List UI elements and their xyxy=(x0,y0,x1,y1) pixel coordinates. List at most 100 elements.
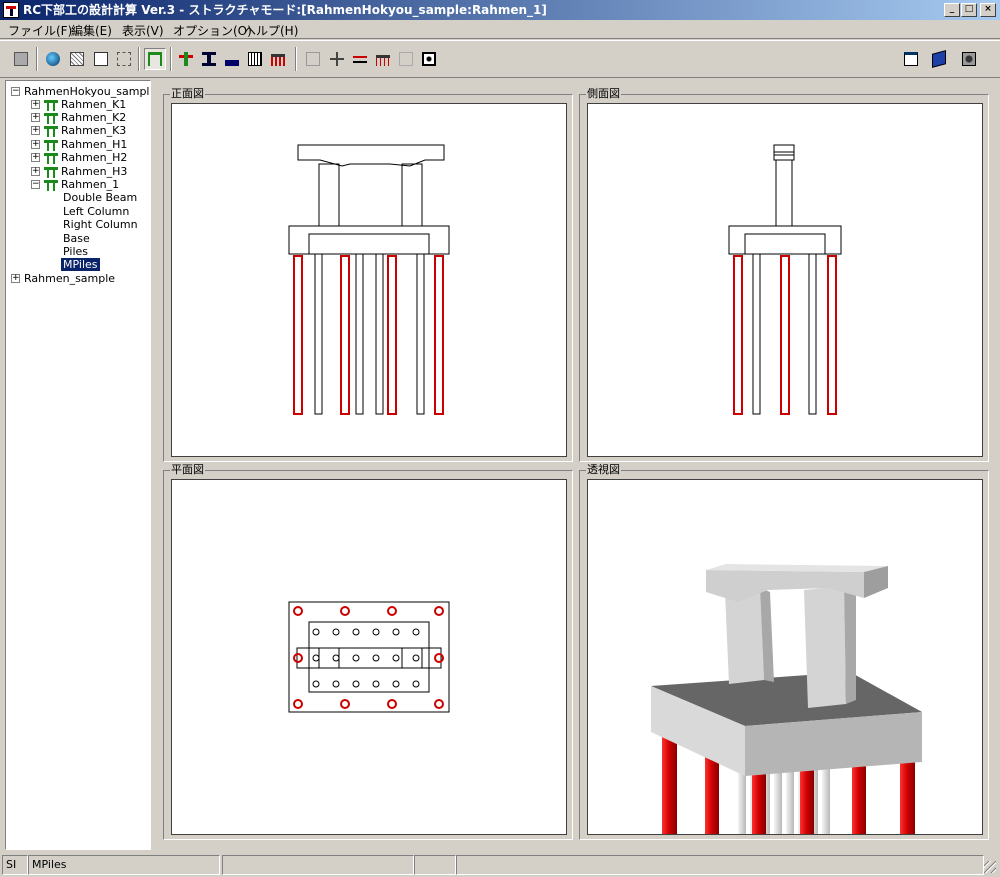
camera-button[interactable] xyxy=(958,48,980,70)
status-panel-3 xyxy=(222,855,414,875)
status-bar: SI MPiles xyxy=(0,853,1000,877)
perspective-view-drawing xyxy=(651,564,922,834)
tree-item-base[interactable]: Base xyxy=(63,232,90,245)
collapse-toggle[interactable]: − xyxy=(31,180,40,189)
expand-toggle[interactable]: + xyxy=(31,167,40,176)
expand-toggle[interactable]: + xyxy=(31,140,40,149)
page-icon xyxy=(94,52,108,66)
plan-view-panel: 平面図 xyxy=(163,464,573,840)
window-title: RC下部工の設計計算 Ver.3 - ストラクチャモード:[RahmenHoky… xyxy=(23,3,547,17)
tree-root[interactable]: RahmenHokyou_sample xyxy=(24,85,150,98)
rahmen-icon xyxy=(44,139,58,151)
expand-toggle[interactable]: + xyxy=(31,153,40,162)
menu-file[interactable]: ファイル(F) xyxy=(8,22,72,39)
minimize-button[interactable]: _ xyxy=(944,3,960,17)
status-panel-4 xyxy=(414,855,456,875)
toolbar-separator xyxy=(170,47,172,71)
perspective-view-canvas[interactable] xyxy=(587,479,983,835)
structure-tree[interactable]: − RahmenHokyou_sample + Rahmen_K1 + Rahm… xyxy=(5,80,151,850)
side-view-canvas[interactable] xyxy=(587,103,983,457)
page-button[interactable] xyxy=(90,48,112,70)
base-icon xyxy=(225,52,239,66)
tree-item-right-column[interactable]: Right Column xyxy=(63,218,138,231)
expand-toggle[interactable]: + xyxy=(31,113,40,122)
rahmen-structure-button[interactable] xyxy=(144,48,166,70)
plan-view-canvas[interactable] xyxy=(171,479,567,835)
collapse-toggle[interactable]: − xyxy=(11,87,20,96)
disabled-pile-button[interactable] xyxy=(372,48,394,70)
maximize-button[interactable]: □ xyxy=(961,3,977,17)
pier-icon xyxy=(179,52,193,66)
menu-view[interactable]: 表示(V) xyxy=(122,22,164,39)
globe-button[interactable] xyxy=(42,48,64,70)
piles-button[interactable] xyxy=(267,48,289,70)
save-button[interactable] xyxy=(10,48,32,70)
pier-button[interactable] xyxy=(175,48,197,70)
tree-item-rahmen-k3[interactable]: Rahmen_K3 xyxy=(61,124,126,137)
column-button[interactable] xyxy=(198,48,220,70)
tree-item-rahmen-k2[interactable]: Rahmen_K2 xyxy=(61,111,126,124)
menu-bar: ファイル(F) 編集(E) 表示(V) オプション(O) ヘルプ(H) xyxy=(0,20,1000,39)
rahmen-icon xyxy=(44,179,58,191)
tree-item-rahmen-h2[interactable]: Rahmen_H2 xyxy=(61,151,127,164)
grid-button[interactable] xyxy=(244,48,266,70)
title-bar: RC下部工の設計計算 Ver.3 - ストラクチャモード:[RahmenHoky… xyxy=(0,0,1000,20)
plan-view-label: 平面図 xyxy=(170,463,205,476)
status-panel-5 xyxy=(456,855,984,875)
rahmen-icon xyxy=(44,99,58,111)
expand-toggle[interactable]: + xyxy=(31,100,40,109)
save-icon xyxy=(14,52,28,66)
menu-option[interactable]: オプション(O) xyxy=(173,22,252,39)
toolbar-separator xyxy=(138,47,140,71)
perspective-view-panel: 透視図 xyxy=(579,464,989,840)
perspective-view-label: 透視図 xyxy=(586,463,621,476)
frame-button[interactable] xyxy=(418,48,440,70)
front-view-label: 正面図 xyxy=(170,87,205,100)
toolbar-separator xyxy=(295,47,297,71)
disabled-box-icon xyxy=(306,52,320,66)
resize-grip-icon[interactable] xyxy=(984,861,996,873)
frame-icon xyxy=(422,52,436,66)
status-selection: MPiles xyxy=(28,855,220,875)
menu-edit[interactable]: 編集(E) xyxy=(71,22,112,39)
base-button[interactable] xyxy=(221,48,243,70)
rahmen-structure-icon xyxy=(148,52,162,66)
expand-toggle[interactable]: + xyxy=(11,274,20,283)
rahmen-icon xyxy=(44,166,58,178)
tree-item-rahmen-h1[interactable]: Rahmen_H1 xyxy=(61,138,127,151)
grid-icon xyxy=(248,52,262,66)
dashed-page-button[interactable] xyxy=(113,48,135,70)
close-button[interactable]: × xyxy=(980,3,996,17)
tree-item-rahmen-1[interactable]: Rahmen_1 xyxy=(61,178,119,191)
book-button[interactable] xyxy=(928,48,950,70)
camera-icon xyxy=(962,52,976,66)
tree-root-2[interactable]: Rahmen_sample xyxy=(24,272,115,285)
book-icon xyxy=(932,50,946,68)
side-view-panel: 側面図 xyxy=(579,88,989,462)
disabled-beam-button[interactable] xyxy=(326,48,348,70)
rahmen-icon xyxy=(44,112,58,124)
app-icon[interactable] xyxy=(3,2,19,18)
status-unit: SI xyxy=(2,855,28,875)
column-icon xyxy=(202,52,216,66)
tree-item-piles[interactable]: Piles xyxy=(63,245,88,258)
disabled-load-icon xyxy=(399,52,413,66)
rahmen-icon xyxy=(44,125,58,137)
tree-item-rahmen-k1[interactable]: Rahmen_K1 xyxy=(61,98,126,111)
disabled-bridge-button[interactable] xyxy=(349,48,371,70)
front-view-drawing xyxy=(288,144,450,415)
front-view-panel: 正面図 xyxy=(163,88,573,462)
side-view-label: 側面図 xyxy=(586,87,621,100)
expand-toggle[interactable]: + xyxy=(31,126,40,135)
piles-icon xyxy=(271,52,285,66)
tree-item-left-column[interactable]: Left Column xyxy=(63,205,129,218)
tree-item-rahmen-h3[interactable]: Rahmen_H3 xyxy=(61,165,127,178)
tree-item-double-beam[interactable]: Double Beam xyxy=(63,191,137,204)
window-button[interactable] xyxy=(900,48,922,70)
image-button[interactable] xyxy=(66,48,88,70)
front-view-canvas[interactable] xyxy=(171,103,567,457)
tree-item-mpiles[interactable]: MPiles xyxy=(61,258,100,271)
menu-help[interactable]: ヘルプ(H) xyxy=(244,22,298,39)
dashed-page-icon xyxy=(117,52,131,66)
window-icon xyxy=(904,52,918,66)
